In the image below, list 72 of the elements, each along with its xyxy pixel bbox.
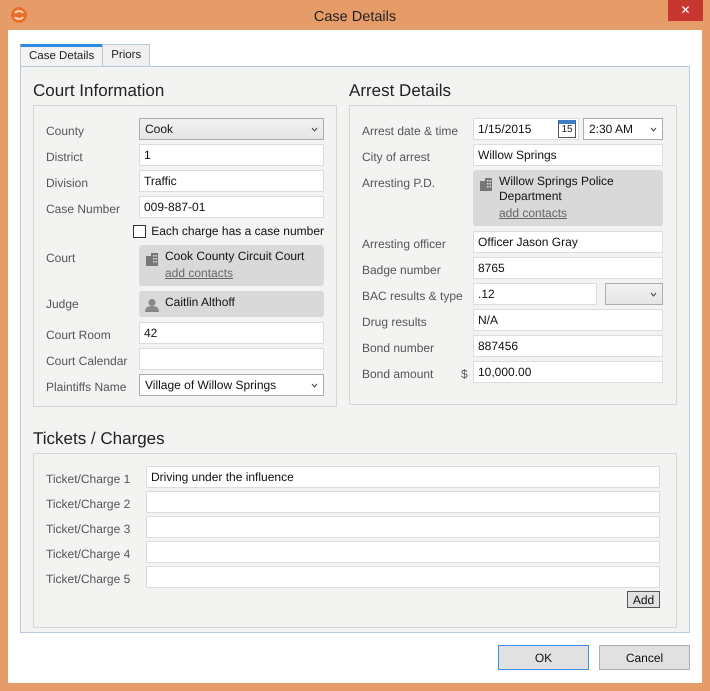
field-label: Ticket/Charge 1 — [46, 471, 132, 488]
checkbox-label: Each charge has a case number — [151, 223, 324, 240]
tab[interactable]: Case Details — [20, 44, 104, 66]
input-field[interactable]: N/A — [473, 309, 663, 331]
field-label: Arresting P.D. — [362, 175, 436, 192]
caret-icon — [650, 126, 657, 132]
field-label: County — [46, 123, 86, 140]
tab[interactable]: Priors — [102, 44, 150, 66]
field-label: Division — [46, 175, 90, 192]
dropdown[interactable]: Village of Willow Springs — [139, 374, 324, 396]
input-field[interactable] — [139, 348, 324, 370]
field-label: BAC results & type — [362, 288, 464, 305]
field-label: Court Calendar — [46, 353, 128, 370]
input-field[interactable]: Traffic — [139, 170, 324, 192]
field-label: Drug results — [362, 314, 428, 331]
dialog-button[interactable]: OK — [498, 645, 589, 670]
input-field[interactable] — [146, 566, 660, 588]
field-label: Court Room — [46, 327, 112, 344]
add-button[interactable]: Add — [627, 591, 660, 608]
input-field[interactable]: 10,000.00 — [473, 361, 663, 383]
input-field[interactable] — [146, 516, 660, 538]
section-heading: Court Information — [33, 81, 166, 101]
input-field[interactable]: 8765 — [473, 257, 663, 279]
person-icon — [145, 298, 159, 313]
building-icon — [479, 177, 493, 192]
calendar-icon[interactable]: 15 — [558, 120, 576, 138]
field-label: City of arrest — [362, 149, 432, 166]
field-label: Ticket/Charge 2 — [46, 496, 132, 513]
input-field[interactable]: 009-887-01 — [139, 196, 324, 218]
app-logo-icon — [11, 7, 27, 23]
field-label: Bond number — [362, 340, 436, 357]
contact-name: Cook County Circuit Court — [165, 249, 304, 264]
add-contacts-link[interactable]: add contacts — [499, 206, 568, 220]
caret-icon — [311, 126, 318, 132]
close-button[interactable]: ✕ — [668, 0, 703, 21]
field-label: Badge number — [362, 262, 442, 279]
field-label: Ticket/Charge 4 — [46, 546, 132, 563]
field-label: Bond amount — [362, 366, 434, 383]
checkbox[interactable] — [133, 224, 146, 238]
field-label: Arrest date & time — [362, 123, 460, 140]
input-field[interactable] — [146, 541, 660, 563]
input-field[interactable]: Driving under the influence — [146, 466, 660, 488]
contact-name: Willow Springs Police Department — [499, 174, 615, 204]
caret-icon — [650, 292, 657, 296]
currency-symbol: $ — [461, 366, 469, 383]
field-label: Plaintiffs Name — [46, 379, 128, 396]
input-field[interactable]: Willow Springs — [473, 144, 663, 166]
caret-icon — [311, 382, 318, 388]
section-heading: Tickets / Charges — [33, 429, 166, 449]
field-label: Judge — [46, 296, 80, 313]
section-heading: Arrest Details — [349, 81, 452, 101]
field-label: District — [46, 149, 84, 166]
building-icon — [145, 252, 159, 267]
dropdown[interactable]: 2:30 AM — [583, 118, 663, 140]
add-contacts-link[interactable]: add contacts — [165, 266, 234, 280]
dialog-button[interactable]: Cancel — [599, 645, 690, 670]
field-label: Ticket/Charge 5 — [46, 571, 132, 588]
dropdown[interactable] — [605, 283, 663, 305]
field-label: Case Number — [46, 201, 122, 218]
field-label: Arresting officer — [362, 236, 447, 253]
window-title: Case Details — [314, 8, 396, 27]
input-field[interactable]: 887456 — [473, 335, 663, 357]
date-field[interactable]: 1/15/2015 15 — [473, 118, 579, 140]
input-field[interactable]: 42 — [139, 322, 324, 344]
field-label: Ticket/Charge 3 — [46, 521, 132, 538]
input-field[interactable]: 1 — [139, 144, 324, 166]
input-field[interactable]: .12 — [473, 283, 597, 305]
dropdown[interactable]: Cook — [139, 118, 324, 140]
field-label: Court — [46, 250, 76, 267]
input-field[interactable] — [146, 491, 660, 513]
contact-name: Caitlin Althoff — [165, 295, 235, 310]
input-field[interactable]: Officer Jason Gray — [473, 231, 663, 253]
